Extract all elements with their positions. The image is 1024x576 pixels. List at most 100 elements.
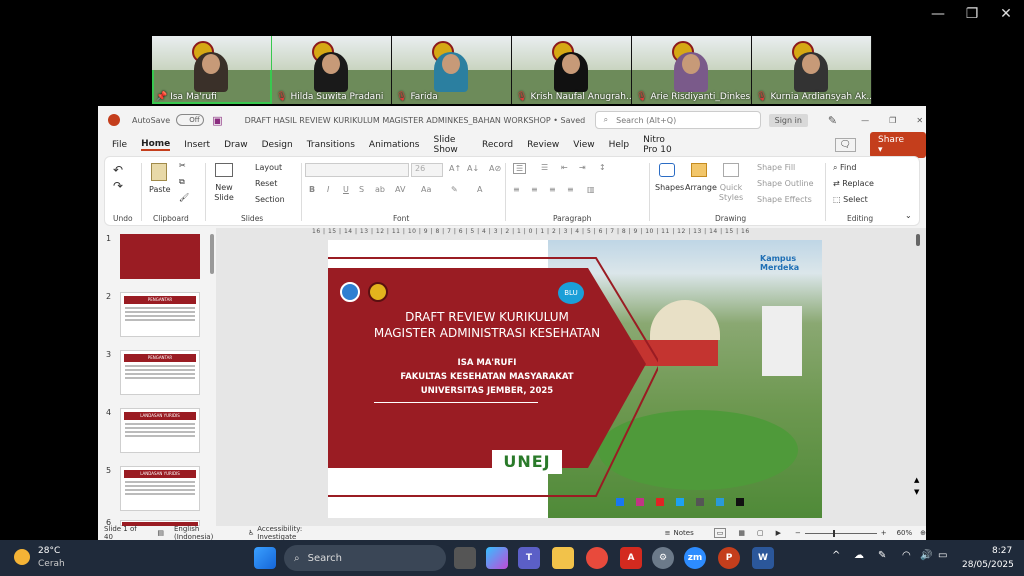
tab-design[interactable]: Design	[262, 140, 293, 150]
powerpoint-app-icon[interactable]: P	[718, 547, 740, 569]
zoom-app-icon[interactable]: zm	[684, 547, 706, 569]
shape-outline-button[interactable]: Shape Outline	[757, 179, 814, 188]
window-restore-icon[interactable]: ❐	[889, 116, 896, 125]
tab-transitions[interactable]: Transitions	[307, 140, 355, 150]
tab-draw[interactable]: Draw	[224, 140, 248, 150]
clock-time[interactable]: 8:27	[992, 546, 1012, 556]
cut-icon[interactable]: ✂	[179, 161, 186, 170]
line-spacing-icon[interactable]: ↕	[599, 163, 606, 172]
font-color-icon[interactable]: A	[477, 185, 482, 194]
tab-review[interactable]: Review	[527, 140, 559, 150]
battery-icon[interactable]: ▭	[938, 550, 947, 561]
tab-file[interactable]: File	[112, 140, 127, 150]
shapes-button[interactable]: Shapes	[655, 183, 684, 192]
slide-canvas[interactable]: 16 | 15 | 14 | 13 | 12 | 11 | 10 | 9 | 8…	[216, 228, 926, 526]
vertical-scrollbar[interactable]	[916, 234, 920, 246]
align-left-icon[interactable]: ≡	[513, 185, 520, 194]
participant-tile[interactable]: 🎙 Kurnia Ardiansyah Ak...	[752, 36, 872, 104]
participant-tile[interactable]: 📌 Isa Ma'rufi	[152, 36, 272, 104]
slideshow-icon[interactable]: ▶	[776, 529, 781, 537]
file-explorer-icon[interactable]	[552, 547, 574, 569]
participant-tile[interactable]: 🎙 Farida	[392, 36, 512, 104]
accessibility-status[interactable]: Accessibility: Investigate	[257, 525, 334, 541]
strikethrough-icon[interactable]: S	[359, 185, 364, 194]
thumbnail-slide[interactable]: LANDASAN YURIDIS	[120, 408, 200, 453]
volume-icon[interactable]: 🔊	[920, 550, 932, 561]
select-button[interactable]: ⬚ Select	[833, 195, 868, 204]
participant-tile[interactable]: 🎙 Krish Naufal Anugrah...	[512, 36, 632, 104]
shape-effects-button[interactable]: Shape Effects	[757, 195, 812, 204]
find-button[interactable]: ⌕ Find	[833, 163, 856, 173]
scroll-up-icon[interactable]: ▲	[914, 476, 919, 484]
zoom-level[interactable]: 60%	[897, 529, 913, 537]
pen-icon[interactable]: ✎	[828, 114, 837, 127]
chrome-icon[interactable]	[586, 547, 608, 569]
numbering-icon[interactable]: ☰	[541, 163, 548, 172]
shrink-font-icon[interactable]: A↓	[467, 164, 479, 173]
settings-icon[interactable]: ⚙	[652, 547, 674, 569]
pen-tray-icon[interactable]: ✎	[878, 550, 886, 561]
shape-fill-button[interactable]: Shape Fill	[757, 163, 795, 172]
spell-check-icon[interactable]: ▤	[157, 529, 164, 537]
redo-icon[interactable]: ↷	[113, 179, 123, 193]
quick-styles-icon[interactable]	[723, 163, 739, 177]
windows-start-icon[interactable]	[254, 547, 276, 569]
slide-sorter-icon[interactable]: ▦	[738, 529, 745, 537]
tab-insert[interactable]: Insert	[184, 140, 210, 150]
decrease-indent-icon[interactable]: ⇤	[561, 163, 568, 172]
new-slide-icon[interactable]	[215, 163, 233, 177]
tab-slide-show[interactable]: Slide Show	[433, 135, 468, 155]
bullets-icon[interactable]: ☰	[513, 163, 527, 174]
thumbnail-scrollbar[interactable]	[210, 234, 214, 274]
arrange-icon[interactable]	[691, 163, 707, 177]
thumbnail-slide[interactable]	[120, 234, 200, 279]
task-view-icon[interactable]	[454, 547, 476, 569]
justify-icon[interactable]: ≡	[567, 185, 574, 194]
new-slide-button[interactable]: New Slide	[209, 183, 239, 203]
onedrive-icon[interactable]: ☁	[854, 550, 864, 561]
notes-button[interactable]: Notes	[674, 529, 694, 537]
tab-home[interactable]: Home	[141, 139, 171, 151]
highlight-icon[interactable]: ✎	[451, 185, 458, 194]
window-close-icon[interactable]: ✕	[916, 116, 923, 125]
copilot-icon[interactable]	[486, 547, 508, 569]
underline-icon[interactable]: U	[343, 185, 349, 194]
columns-icon[interactable]: ▥	[587, 185, 595, 194]
weather-temp[interactable]: 28°C	[38, 546, 60, 556]
italic-icon[interactable]: I	[327, 185, 329, 194]
sign-in-button[interactable]: Sign in	[768, 113, 808, 127]
font-size-dropdown[interactable]: 26	[411, 163, 443, 177]
zoom-in-icon[interactable]: +	[881, 529, 887, 537]
align-right-icon[interactable]: ≡	[549, 185, 556, 194]
shapes-icon[interactable]	[659, 163, 675, 177]
window-minimize-icon[interactable]: —	[861, 116, 869, 125]
zoom-out-icon[interactable]: −	[795, 529, 801, 537]
paste-button[interactable]: Paste	[149, 185, 171, 194]
weather-icon[interactable]	[14, 549, 30, 565]
arrange-button[interactable]: Arrange	[685, 183, 717, 192]
autosave-toggle[interactable]: Off	[176, 114, 205, 126]
char-spacing-icon[interactable]: AV	[395, 185, 405, 194]
grow-font-icon[interactable]: A↑	[449, 164, 461, 173]
tab-nitro[interactable]: Nitro Pro 10	[643, 135, 680, 155]
paste-icon[interactable]	[151, 163, 167, 181]
tab-help[interactable]: Help	[609, 140, 630, 150]
taskbar-search[interactable]: ⌕ Search	[284, 545, 446, 571]
change-case-icon[interactable]: Aa	[421, 185, 431, 194]
comments-icon[interactable]: 🗨	[834, 138, 857, 152]
font-name-dropdown[interactable]	[305, 163, 409, 177]
tab-record[interactable]: Record	[482, 140, 513, 150]
teams-icon[interactable]: T	[518, 547, 540, 569]
show-hidden-icons[interactable]: ^	[832, 550, 840, 561]
scroll-down-icon[interactable]: ▼	[914, 488, 919, 496]
align-center-icon[interactable]: ≡	[531, 185, 538, 194]
current-slide[interactable]: Kampus Merdeka BLU DRAFT REVIEW KURIKULUM…	[328, 240, 822, 518]
share-button[interactable]: Share ▾	[870, 132, 926, 158]
clock-date[interactable]: 28/05/2025	[962, 560, 1014, 570]
participant-tile[interactable]: 🎙 Hilda Suwita Pradani	[272, 36, 392, 104]
reset-button[interactable]: Reset	[255, 179, 277, 188]
quick-styles-button[interactable]: Quick Styles	[715, 183, 747, 203]
reading-view-icon[interactable]: ▢	[757, 529, 764, 537]
participant-tile[interactable]: 🎙 Arie Risdiyanti_Dinkes...	[632, 36, 752, 104]
slide-thumbnails[interactable]: 1 2 PENGANTAR 3 PENGANTAR 4 LANDASAN YUR…	[98, 228, 216, 527]
